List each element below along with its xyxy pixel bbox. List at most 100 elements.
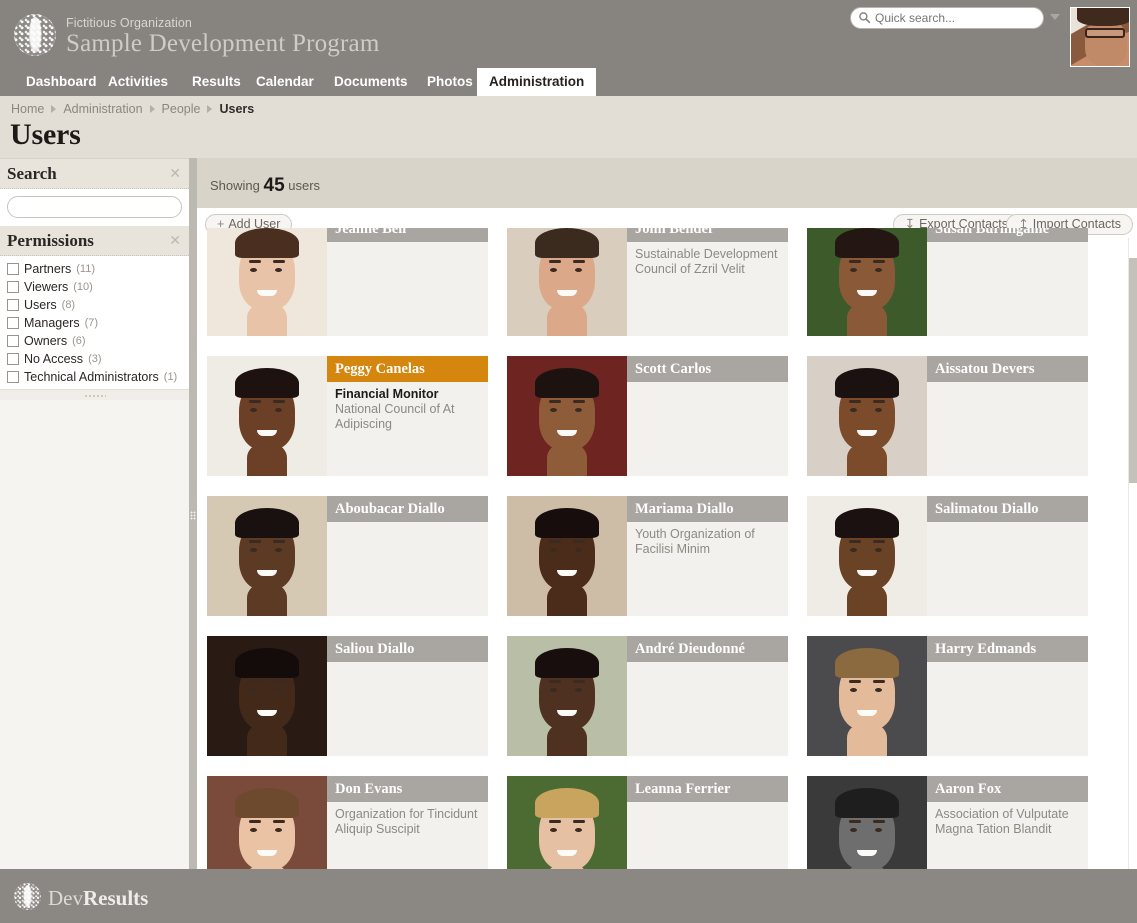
- nav-tab-results[interactable]: Results: [180, 68, 253, 96]
- user-card[interactable]: Mariama Diallo Youth Organization of Faci…: [507, 496, 788, 616]
- user-name[interactable]: Don Evans: [327, 776, 488, 802]
- photo-eye-left: [250, 548, 257, 552]
- user-name[interactable]: Harry Edmands: [927, 636, 1088, 662]
- photo-brow-right: [573, 400, 585, 403]
- photo-mouth: [557, 710, 577, 716]
- sidebar-empty-area: [0, 400, 189, 923]
- vertical-scrollbar[interactable]: [1128, 238, 1137, 869]
- user-organization: Organization for Tincidunt Aliquip Susci…: [335, 807, 478, 836]
- user-card[interactable]: Leanna Ferrier: [507, 776, 788, 869]
- photo-hair: [235, 228, 299, 258]
- user-name[interactable]: Scott Carlos: [627, 356, 788, 382]
- avatar-face: [1085, 20, 1127, 66]
- photo-eye-left: [850, 828, 857, 832]
- user-card[interactable]: Saliou Diallo: [207, 636, 488, 756]
- user-card[interactable]: Aaron Fox Association of Vulputate Magna …: [807, 776, 1088, 869]
- photo-hair: [235, 788, 299, 818]
- scrollbar-thumb[interactable]: [1129, 258, 1137, 483]
- checkbox-icon[interactable]: [7, 263, 19, 275]
- user-name[interactable]: Saliou Diallo: [327, 636, 488, 662]
- checkbox-icon[interactable]: [7, 335, 19, 347]
- photo-mouth: [557, 290, 577, 296]
- user-card[interactable]: Harry Edmands: [807, 636, 1088, 756]
- permission-filter-partners[interactable]: Partners (11): [0, 260, 189, 278]
- sidebar-search-input[interactable]: [7, 196, 182, 218]
- photo-brow-right: [573, 820, 585, 823]
- user-subtitle: Organization for Tincidunt Aliquip Susci…: [327, 802, 488, 837]
- user-name[interactable]: Aissatou Devers: [927, 356, 1088, 382]
- permission-filter-viewers[interactable]: Viewers (10): [0, 278, 189, 296]
- avatar-hair: [1077, 8, 1129, 26]
- breadcrumb-item-home[interactable]: Home: [11, 102, 44, 116]
- permission-filter-users[interactable]: Users (8): [0, 296, 189, 314]
- nav-tab-calendar[interactable]: Calendar: [244, 68, 326, 96]
- user-name[interactable]: John Bender: [627, 228, 788, 242]
- user-name[interactable]: Mariama Diallo: [627, 496, 788, 522]
- nav-tab-photos[interactable]: Photos: [415, 68, 485, 96]
- photo-hair: [535, 508, 599, 538]
- user-photo: [807, 228, 927, 336]
- nav-tab-administration[interactable]: Administration: [477, 68, 597, 96]
- close-icon[interactable]: ✕: [169, 233, 181, 247]
- user-card[interactable]: Salimatou Diallo: [807, 496, 1088, 616]
- permission-filter-technical-administrators[interactable]: Technical Administrators (1): [0, 368, 189, 386]
- user-card[interactable]: Don Evans Organization for Tincidunt Aliq…: [207, 776, 488, 869]
- photo-brow-right: [873, 260, 885, 263]
- checkbox-icon[interactable]: [7, 281, 19, 293]
- user-name[interactable]: Peggy Canelas: [327, 356, 488, 382]
- checkbox-icon[interactable]: [7, 371, 19, 383]
- user-card[interactable]: Jeanne Bell: [207, 228, 488, 336]
- close-icon[interactable]: ✕: [169, 166, 181, 180]
- user-photo: [507, 776, 627, 869]
- permission-filter-owners[interactable]: Owners (6): [0, 332, 189, 350]
- user-name[interactable]: Aaron Fox: [927, 776, 1088, 802]
- user-subtitle: Youth Organization of Facilisi Minim: [627, 522, 788, 557]
- permission-filter-no-access[interactable]: No Access (3): [0, 350, 189, 368]
- sidebar-splitter[interactable]: [189, 158, 197, 869]
- photo-brow-left: [549, 680, 561, 683]
- quick-search-container: [850, 7, 1044, 29]
- permission-filter-managers[interactable]: Managers (7): [0, 314, 189, 332]
- avatar[interactable]: [1070, 7, 1130, 67]
- user-card[interactable]: Susan Burlingame: [807, 228, 1088, 336]
- search-panel-title: Search: [7, 164, 57, 183]
- checkbox-icon[interactable]: [7, 353, 19, 365]
- photo-eye-left: [250, 408, 257, 412]
- globe-icon: [14, 883, 41, 910]
- nav-tab-activities[interactable]: Activities: [96, 68, 180, 96]
- photo-hair: [235, 368, 299, 398]
- user-name[interactable]: Jeanne Bell: [327, 228, 488, 242]
- user-card-info: Aboubacar Diallo: [327, 496, 488, 616]
- user-name[interactable]: Susan Burlingame: [927, 228, 1088, 242]
- photo-brow-right: [273, 820, 285, 823]
- user-name[interactable]: Leanna Ferrier: [627, 776, 788, 802]
- user-card[interactable]: Aboubacar Diallo: [207, 496, 488, 616]
- breadcrumb-item-people[interactable]: People: [162, 102, 201, 116]
- user-card[interactable]: Scott Carlos: [507, 356, 788, 476]
- user-name[interactable]: André Dieudonné: [627, 636, 788, 662]
- breadcrumb-item-administration[interactable]: Administration: [63, 102, 142, 116]
- breadcrumb: Home Administration People Users: [11, 100, 254, 118]
- user-card[interactable]: Aissatou Devers: [807, 356, 1088, 476]
- sidebar-resize-grip[interactable]: [0, 389, 189, 400]
- user-photo: [807, 356, 927, 476]
- search-input[interactable]: [850, 7, 1044, 29]
- chevron-down-icon[interactable]: [1050, 14, 1060, 20]
- nav-tab-dashboard[interactable]: Dashboard: [14, 68, 109, 96]
- checkbox-icon[interactable]: [7, 299, 19, 311]
- breadcrumb-separator-icon: [51, 105, 57, 113]
- user-name[interactable]: Aboubacar Diallo: [327, 496, 488, 522]
- photo-eye-left: [550, 828, 557, 832]
- user-name[interactable]: Salimatou Diallo: [927, 496, 1088, 522]
- photo-brow-left: [249, 820, 261, 823]
- user-card[interactable]: Peggy Canelas Financial Monitor National C…: [207, 356, 488, 476]
- user-card[interactable]: André Dieudonné: [507, 636, 788, 756]
- user-card-info: Salimatou Diallo: [927, 496, 1088, 616]
- user-card[interactable]: John Bender Sustainable Development Counc…: [507, 228, 788, 336]
- nav-tab-documents[interactable]: Documents: [322, 68, 420, 96]
- checkbox-icon[interactable]: [7, 317, 19, 329]
- user-photo: [507, 356, 627, 476]
- photo-eye-right: [875, 268, 882, 272]
- user-organization: Youth Organization of Facilisi Minim: [635, 527, 755, 556]
- photo-brow-right: [573, 260, 585, 263]
